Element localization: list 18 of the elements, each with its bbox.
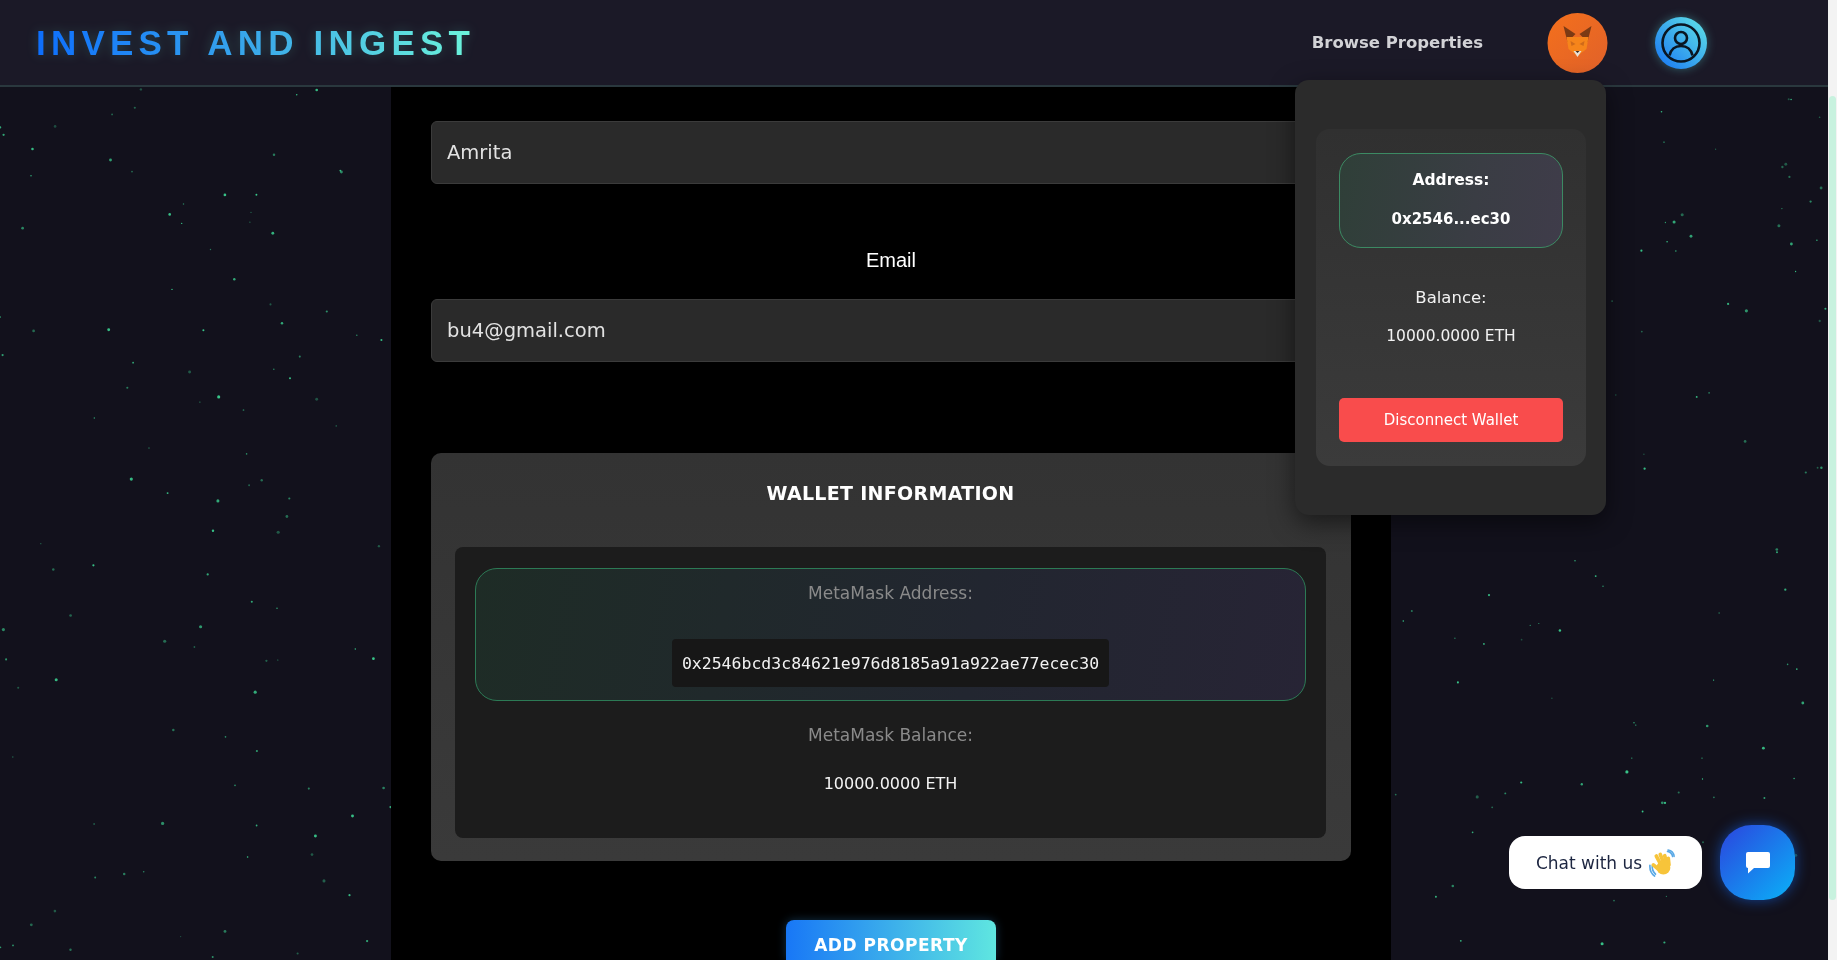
waving-hand-icon: [1649, 848, 1676, 877]
wallet-information-title: WALLET INFORMATION: [765, 481, 1016, 506]
profile-icon[interactable]: [1655, 16, 1707, 69]
wallet-address: 0x2546bcd3c84621e976d8185a91a922ae77ecec30: [671, 639, 1110, 687]
nav-link[interactable]: Browse Properties: [1311, 30, 1483, 55]
chat-prompt[interactable]: Chat with us: [1509, 836, 1702, 889]
field-label: Email: [866, 248, 916, 272]
balance-label: Balance:: [1415, 287, 1487, 309]
scrollbar[interactable]: [1828, 0, 1837, 960]
chat-button[interactable]: [1720, 825, 1795, 900]
fox-icon[interactable]: [1547, 12, 1608, 73]
balance-value: 10000.0000 ETH: [823, 773, 958, 795]
address-label: Address:: [1412, 170, 1490, 191]
wallet-address: 0x2546...ec30: [1391, 209, 1511, 230]
speech-bubble-icon: [1744, 850, 1771, 875]
balance-value: 10000.0000 ETH: [1386, 326, 1516, 347]
balance-label: MetaMask Balance:: [808, 724, 973, 747]
address-label: MetaMask Address:: [808, 582, 973, 605]
